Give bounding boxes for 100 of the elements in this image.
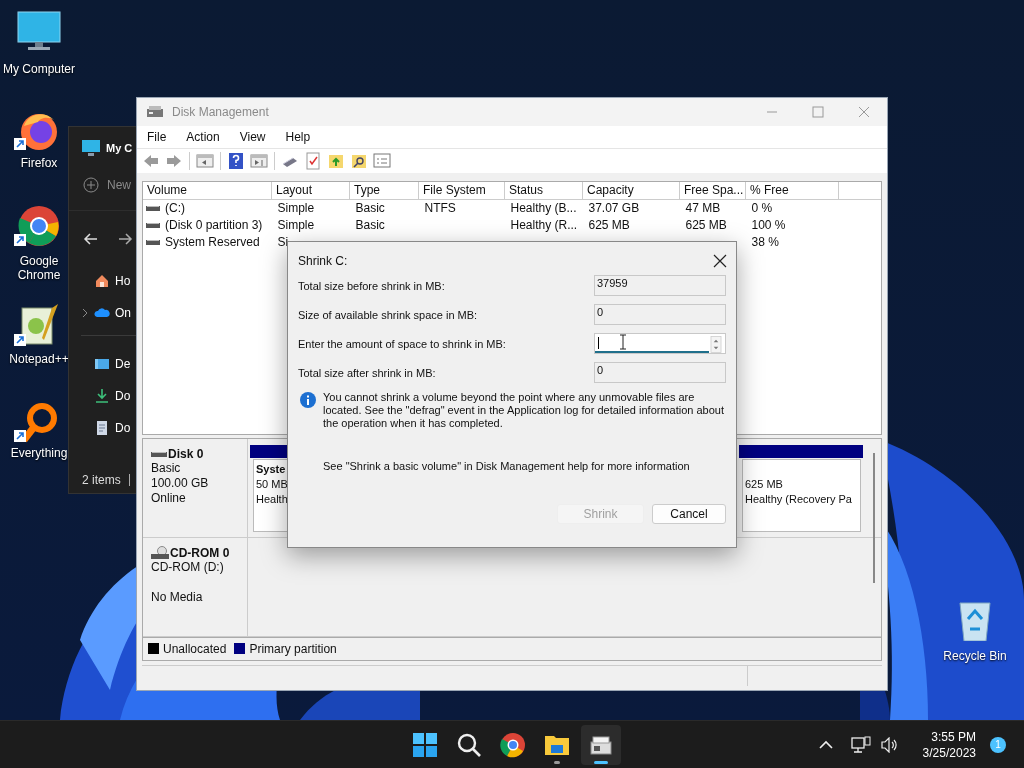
column-header[interactable]: Layout xyxy=(271,181,350,200)
table-cell: Simple xyxy=(277,201,315,216)
nav-item[interactable]: Do xyxy=(81,412,131,444)
table-cell: System Reserved xyxy=(165,235,260,250)
table-cell: 625 MB xyxy=(588,218,630,233)
new-button[interactable]: New xyxy=(83,177,131,193)
table-cell: NTFS xyxy=(424,201,456,216)
disk-type: Basic xyxy=(151,460,182,476)
computer-icon xyxy=(81,139,101,157)
document-icon xyxy=(94,420,110,436)
status-text: 2 items xyxy=(82,473,121,487)
legend-label: Primary partition xyxy=(249,641,337,656)
disk-size: 100.00 GB xyxy=(151,475,210,491)
table-cell: (Disk 0 partition 3) xyxy=(165,218,263,233)
nav-item[interactable]: Ho xyxy=(81,265,131,297)
running-indicator xyxy=(594,761,608,764)
disk-name: Disk 0 xyxy=(168,446,204,461)
menu-item[interactable]: View xyxy=(239,130,266,144)
volume-icon xyxy=(146,221,160,230)
nav-item[interactable]: On xyxy=(81,297,131,329)
info-message: You cannot shrink a volume beyond the point where any unmovable files are located. See the "defrag" event in the Application log for detailed information about the operation when it has completed. xyxy=(323,391,726,430)
icon-label: My Computer xyxy=(3,62,75,76)
checklist-icon[interactable] xyxy=(304,151,322,170)
back-icon[interactable] xyxy=(83,231,99,247)
field-label: Size of available shrink space in MB: xyxy=(298,308,478,321)
table-cell: 37.07 GB xyxy=(588,201,640,216)
field-label: Total size before shrink in MB: xyxy=(298,279,445,292)
volume-icon xyxy=(146,238,160,247)
table-cell: 100 % xyxy=(751,218,786,233)
nav-item[interactable]: De xyxy=(81,348,131,380)
partition-status: Health xyxy=(256,491,287,507)
partition-size: 50 MB xyxy=(256,476,287,492)
partition-title: Syste xyxy=(256,461,287,477)
console-tree-icon[interactable] xyxy=(196,151,214,170)
speaker-icon[interactable] xyxy=(880,737,899,753)
column-header[interactable]: Capacity xyxy=(582,181,680,200)
running-indicator xyxy=(554,761,560,764)
desktop-icon xyxy=(94,356,110,372)
icon-label: Google Chrome xyxy=(16,254,62,282)
input-field: 0 xyxy=(594,362,726,383)
column-header[interactable]: File System xyxy=(418,181,505,200)
column-header[interactable]: Volume xyxy=(143,181,272,200)
chevron-up-icon[interactable] xyxy=(818,740,833,750)
download-icon xyxy=(94,388,110,404)
text-cursor-icon xyxy=(619,334,627,350)
input-field[interactable] xyxy=(594,333,726,354)
disk-type: CD-ROM (D:) xyxy=(151,559,225,575)
window-title: Disk Management xyxy=(172,105,270,119)
partition-size: 625 MB xyxy=(745,476,784,492)
text-caret xyxy=(598,336,599,349)
nav-item[interactable]: Do xyxy=(81,380,131,412)
table-cell: Healthy (B... xyxy=(510,201,577,216)
icon-label: Firefox xyxy=(20,156,58,170)
table-cell: 625 MB xyxy=(685,218,727,233)
plus-icon xyxy=(83,177,99,193)
input-field: 37959 xyxy=(594,275,726,296)
icon-label: Everything xyxy=(10,446,68,460)
window-title: My C xyxy=(106,142,133,154)
action-pane-icon[interactable] xyxy=(250,151,268,170)
clock-time: 3:55 PM xyxy=(931,729,976,745)
help-text: See "Shrink a basic volume" in Disk Management help for more information xyxy=(323,460,691,472)
icon-label: Recycle Bin xyxy=(943,649,1007,663)
spin-arrows-icon[interactable] xyxy=(709,336,723,353)
forward-icon[interactable] xyxy=(117,231,133,247)
volume-icon xyxy=(146,204,160,213)
column-header[interactable]: Status xyxy=(504,181,583,200)
clock-date: 3/25/2023 xyxy=(922,745,976,761)
menu-item[interactable]: Action xyxy=(186,130,220,144)
table-cell: Healthy (R... xyxy=(510,218,578,233)
table-cell: (C:) xyxy=(165,201,185,216)
status-divider xyxy=(128,474,130,486)
table-cell: 38 % xyxy=(751,235,779,250)
table-cell: 0 % xyxy=(751,201,773,216)
chrome-icon xyxy=(498,730,528,760)
disk-drive-icon xyxy=(146,104,164,120)
table-cell: Si xyxy=(277,235,289,250)
menu-item[interactable]: File xyxy=(147,130,167,144)
field-label: Enter the amount of space to shrink in MB: xyxy=(298,337,506,350)
column-header[interactable]: Type xyxy=(349,181,419,200)
network-icon[interactable] xyxy=(850,736,871,754)
menu-item[interactable]: Help xyxy=(285,130,311,144)
column-header[interactable]: Free Spa... xyxy=(679,181,746,200)
disk-status: Online xyxy=(151,490,187,506)
partition-status: Healthy (Recovery Pa xyxy=(745,491,853,507)
table-cell: Basic xyxy=(355,201,385,216)
info-icon xyxy=(300,392,316,408)
help-icon[interactable] xyxy=(227,151,245,170)
close-icon[interactable] xyxy=(713,254,727,268)
field-label: Total size after shrink in MB: xyxy=(298,366,436,379)
table-cell: Basic xyxy=(355,218,385,233)
cancel-button[interactable]: Cancel xyxy=(652,504,726,524)
taskbar-app[interactable] xyxy=(581,725,621,765)
disk-status: No Media xyxy=(151,589,204,605)
chevron-icon[interactable] xyxy=(81,308,89,318)
legend-label: Unallocated xyxy=(163,641,227,656)
home-icon xyxy=(94,273,110,289)
column-header[interactable]: % Free xyxy=(745,181,839,200)
table-cell: 47 MB xyxy=(685,201,721,216)
partition-header xyxy=(250,444,290,458)
disk-name: CD-ROM 0 xyxy=(170,545,230,560)
